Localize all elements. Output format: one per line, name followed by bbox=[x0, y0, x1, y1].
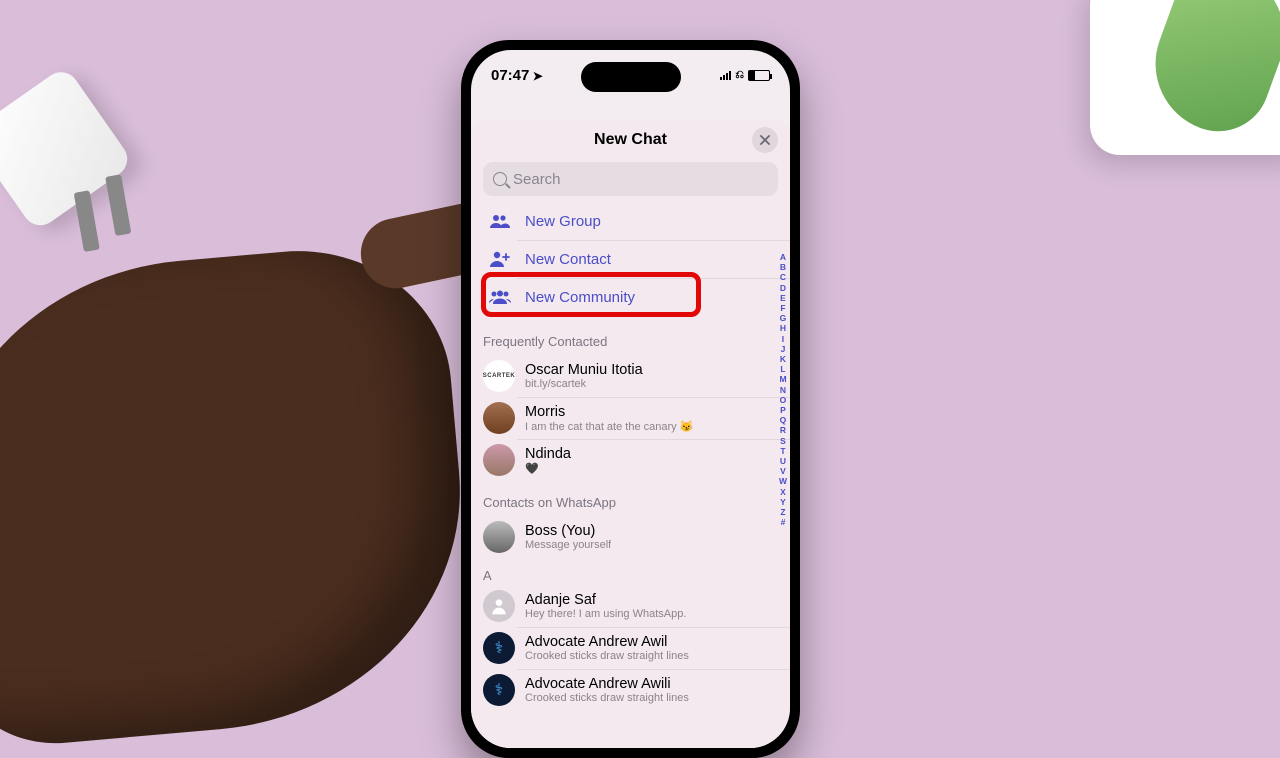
contact-status: Crooked sticks draw straight lines bbox=[525, 650, 689, 662]
contact-row[interactable]: Adanje Saf Hey there! I am using WhatsAp… bbox=[471, 585, 790, 627]
index-letter[interactable]: U bbox=[779, 456, 787, 466]
index-letter[interactable]: Z bbox=[779, 507, 787, 517]
close-icon bbox=[760, 135, 770, 145]
contact-row[interactable]: Morris I am the cat that ate the canary … bbox=[471, 397, 790, 439]
index-letter[interactable]: L bbox=[779, 364, 787, 374]
index-letter[interactable]: C bbox=[779, 272, 787, 282]
search-input[interactable]: Search bbox=[483, 162, 778, 196]
contact-status: Message yourself bbox=[525, 539, 611, 551]
contact-name: Oscar Muniu Itotia bbox=[525, 362, 643, 378]
index-letter[interactable]: F bbox=[779, 303, 787, 313]
contact-row-you[interactable]: Boss (You) Message yourself bbox=[471, 516, 790, 558]
avatar: ⚕ bbox=[483, 632, 515, 664]
contact-row[interactable]: Ndinda 🖤 bbox=[471, 439, 790, 481]
dynamic-island bbox=[581, 62, 681, 92]
avatar bbox=[483, 590, 515, 622]
index-letter[interactable]: P bbox=[779, 405, 787, 415]
avatar bbox=[483, 444, 515, 476]
contact-name: Ndinda bbox=[525, 446, 571, 462]
index-letter[interactable]: M bbox=[779, 374, 787, 384]
index-letter[interactable]: D bbox=[779, 283, 787, 293]
search-placeholder: Search bbox=[513, 171, 561, 188]
contacts-on-whatsapp-header: Contacts on WhatsApp bbox=[471, 481, 790, 516]
contact-status: I am the cat that ate the canary 😼 bbox=[525, 420, 693, 433]
contact-status: 🖤 bbox=[525, 462, 571, 475]
add-contact-icon bbox=[489, 251, 511, 267]
contact-name: Advocate Andrew Awil bbox=[525, 634, 689, 650]
avatar: ⚕ bbox=[483, 674, 515, 706]
phone-screen: 07:47 ➤ ⎌ New Chat Search bbox=[471, 50, 790, 748]
index-letter[interactable]: Q bbox=[779, 415, 787, 425]
letter-header: A bbox=[471, 558, 790, 585]
index-letter[interactable]: T bbox=[779, 446, 787, 456]
index-letter[interactable]: Y bbox=[779, 497, 787, 507]
new-group-action[interactable]: New Group bbox=[471, 202, 790, 240]
index-letter[interactable]: X bbox=[779, 487, 787, 497]
new-chat-sheet: New Chat Search New Group bbox=[471, 120, 790, 748]
avatar: SCARTEK bbox=[483, 360, 515, 392]
index-letter[interactable]: S bbox=[779, 436, 787, 446]
status-time: 07:47 ➤ bbox=[491, 67, 543, 84]
bottom-fade bbox=[471, 718, 790, 748]
index-letter[interactable]: V bbox=[779, 466, 787, 476]
contact-row[interactable]: ⚕ Advocate Andrew Awil Crooked sticks dr… bbox=[471, 627, 790, 669]
index-letter[interactable]: N bbox=[779, 385, 787, 395]
contact-name: Advocate Andrew Awili bbox=[525, 676, 689, 692]
hand-prop bbox=[0, 238, 479, 752]
index-letter[interactable]: O bbox=[779, 395, 787, 405]
contact-row[interactable]: SCARTEK Oscar Muniu Itotia bit.ly/scarte… bbox=[471, 355, 790, 397]
index-letter[interactable]: J bbox=[779, 344, 787, 354]
wifi-icon: ⎌ bbox=[735, 69, 744, 82]
contact-name: Boss (You) bbox=[525, 523, 611, 539]
sheet-title: New Chat bbox=[594, 131, 667, 149]
close-button[interactable] bbox=[752, 127, 778, 153]
cellular-icon bbox=[720, 70, 731, 80]
search-icon bbox=[493, 172, 507, 186]
charger-prop bbox=[0, 42, 213, 298]
index-letter[interactable]: I bbox=[779, 334, 787, 344]
alphabet-index[interactable]: ABCDEFGHIJKLMNOPQRSTUVWXYZ# bbox=[779, 252, 787, 527]
avatar bbox=[483, 521, 515, 553]
index-letter[interactable]: A bbox=[779, 252, 787, 262]
frequently-contacted-header: Frequently Contacted bbox=[471, 320, 790, 355]
group-icon bbox=[489, 214, 511, 228]
contact-status: Hey there! I am using WhatsApp. bbox=[525, 608, 686, 620]
index-letter[interactable]: H bbox=[779, 323, 787, 333]
index-letter[interactable]: # bbox=[779, 517, 787, 527]
contact-name: Adanje Saf bbox=[525, 592, 686, 608]
index-letter[interactable]: W bbox=[779, 476, 787, 486]
contact-name: Morris bbox=[525, 404, 693, 420]
contact-status: Crooked sticks draw straight lines bbox=[525, 692, 689, 704]
index-letter[interactable]: E bbox=[779, 293, 787, 303]
battery-icon bbox=[748, 70, 770, 81]
action-label: New Community bbox=[525, 289, 635, 306]
action-label: New Contact bbox=[525, 251, 611, 268]
new-community-action[interactable]: New Community bbox=[471, 278, 790, 316]
community-icon bbox=[489, 290, 511, 304]
contact-status: bit.ly/scartek bbox=[525, 378, 643, 390]
action-label: New Group bbox=[525, 213, 601, 230]
contact-row[interactable]: ⚕ Advocate Andrew Awili Crooked sticks d… bbox=[471, 669, 790, 711]
index-letter[interactable]: K bbox=[779, 354, 787, 364]
index-letter[interactable]: R bbox=[779, 425, 787, 435]
index-letter[interactable]: G bbox=[779, 313, 787, 323]
avatar bbox=[483, 402, 515, 434]
index-letter[interactable]: B bbox=[779, 262, 787, 272]
new-contact-action[interactable]: New Contact bbox=[471, 240, 790, 278]
phone-frame: 07:47 ➤ ⎌ New Chat Search bbox=[461, 40, 800, 758]
